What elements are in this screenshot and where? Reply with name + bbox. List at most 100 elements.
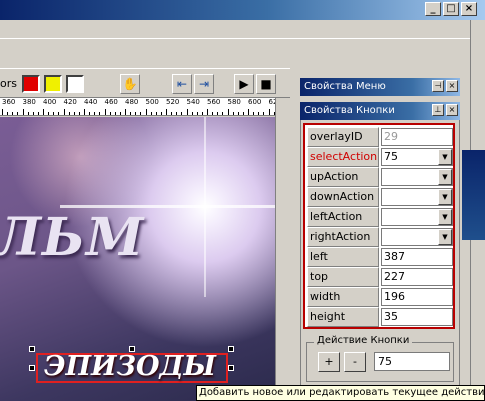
property-row-height: height 35	[307, 307, 453, 327]
resize-handle-n[interactable]	[129, 346, 135, 352]
property-value: 75	[384, 150, 398, 163]
pin-icon[interactable]: ⊥	[432, 104, 444, 116]
property-value: 387	[384, 250, 405, 263]
ruler-tick	[94, 112, 95, 115]
property-input[interactable]: 35	[381, 308, 453, 326]
resize-handle-e[interactable]	[228, 365, 234, 371]
action-value-field[interactable]: 75	[374, 352, 450, 371]
property-name: selectAction	[307, 147, 379, 167]
ruler-tick	[89, 112, 90, 115]
chevron-down-icon[interactable]: ▼	[438, 169, 452, 185]
tooltip: Добавить новое или редактировать текущее…	[196, 385, 485, 401]
menu-properties-caption: Свойства Меню ⊣ ×	[300, 78, 460, 96]
property-name: height	[307, 307, 379, 327]
minimize-button[interactable]: _	[425, 2, 441, 16]
ruler-tick	[32, 112, 34, 115]
ruler-tick	[84, 109, 85, 115]
ruler-tick	[37, 112, 39, 115]
ruler-number: 380	[22, 98, 36, 106]
ruler-tick	[17, 112, 18, 115]
ruler-tick	[237, 112, 239, 115]
property-dropdown[interactable]: ▼	[381, 188, 453, 206]
ruler-tick	[114, 112, 116, 115]
property-row-upaction: upAction ▼	[307, 167, 453, 187]
pin-icon[interactable]: ⊣	[432, 80, 444, 92]
ruler-number: 360	[2, 98, 16, 106]
property-name: left	[307, 247, 379, 267]
ruler-number: 500	[145, 98, 159, 106]
property-name: upAction	[307, 167, 379, 187]
chevron-down-icon[interactable]: ▼	[438, 149, 452, 165]
property-name: leftAction	[307, 207, 379, 227]
horizontal-ruler: 360 380 400 420 440 460 480 500 520 540 560 580 600 6…	[0, 98, 275, 116]
property-dropdown[interactable]: ▼	[381, 168, 453, 186]
ruler-number: 480	[125, 98, 139, 106]
ruler-tick	[176, 112, 177, 115]
menu-bar	[0, 20, 470, 38]
ruler-tick	[263, 112, 264, 115]
ruler-tick	[109, 112, 111, 115]
close-icon[interactable]: ×	[446, 104, 458, 116]
ruler-tick	[27, 112, 29, 115]
ruler-tick	[227, 109, 229, 115]
ruler-tick	[78, 112, 80, 115]
property-input[interactable]: 196	[381, 288, 453, 306]
import-left-icon[interactable]: ⇤	[172, 74, 192, 94]
ruler-number: 400	[43, 98, 57, 106]
ruler-tick	[155, 112, 157, 115]
property-name: width	[307, 287, 379, 307]
maximize-button[interactable]: □	[443, 2, 459, 16]
property-dropdown[interactable]: ▼	[381, 228, 453, 246]
ruler-number: 460	[104, 98, 118, 106]
chevron-down-icon[interactable]: ▼	[438, 229, 452, 245]
remove-action-button[interactable]: -	[344, 352, 366, 372]
menu-canvas[interactable]: ЛЬМ ЭПИЗОДЫ	[0, 117, 275, 401]
property-name: top	[307, 267, 379, 287]
button-properties-title: Свойства Кнопки	[304, 105, 395, 116]
ruler-number: 580	[227, 98, 241, 106]
property-input[interactable]: 227	[381, 268, 453, 286]
property-name: rightAction	[307, 227, 379, 247]
close-button[interactable]: ×	[461, 2, 477, 16]
canvas-scroll-edge	[275, 98, 297, 401]
property-input[interactable]: 387	[381, 248, 453, 266]
property-row-left: left 387	[307, 247, 453, 267]
ruler-number: 420	[63, 98, 77, 106]
import-right-icon[interactable]: ⇥	[194, 74, 214, 94]
ruler-tick	[217, 112, 218, 115]
close-icon[interactable]: ×	[446, 80, 458, 92]
chevron-down-icon[interactable]: ▼	[438, 189, 452, 205]
main-toolbar: ors ✋ ⇤ ⇥ ▶ ■	[0, 68, 290, 98]
resize-handle-ne[interactable]	[228, 346, 234, 352]
ruler-tick	[7, 112, 8, 115]
property-value: 29	[384, 130, 398, 143]
ruler-tick	[186, 109, 188, 115]
resize-handle-w[interactable]	[29, 365, 35, 371]
property-row-overlayid: overlayID 29	[307, 127, 453, 147]
menu-button-episodes[interactable]: ЭПИЗОДЫ	[44, 351, 216, 382]
color-swatch-red[interactable]	[22, 75, 40, 93]
property-name: downAction	[307, 187, 379, 207]
stop-button[interactable]: ■	[256, 74, 276, 94]
property-dropdown[interactable]: ▼	[381, 208, 453, 226]
ruler-tick	[145, 109, 147, 115]
color-swatch-yellow[interactable]	[44, 75, 62, 93]
color-swatch-white[interactable]	[66, 75, 84, 93]
hand-tool-icon[interactable]: ✋	[120, 74, 140, 94]
chevron-down-icon[interactable]: ▼	[438, 209, 452, 225]
resize-handle-nw[interactable]	[29, 346, 35, 352]
ruler-tick	[140, 112, 141, 115]
ruler-tick	[12, 112, 13, 115]
property-row-downaction: downAction ▼	[307, 187, 453, 207]
ruler-tick	[119, 112, 121, 115]
property-value: 227	[384, 270, 405, 283]
ruler-tick	[2, 109, 3, 115]
ruler-number: 440	[84, 98, 98, 106]
ruler-tick	[253, 112, 254, 115]
property-dropdown[interactable]: 75 ▼	[381, 148, 453, 166]
add-action-button[interactable]: +	[318, 352, 340, 372]
ruler-tick	[196, 112, 198, 115]
play-button[interactable]: ▶	[234, 74, 254, 94]
property-value: 196	[384, 290, 405, 303]
property-input: 29	[381, 128, 453, 146]
